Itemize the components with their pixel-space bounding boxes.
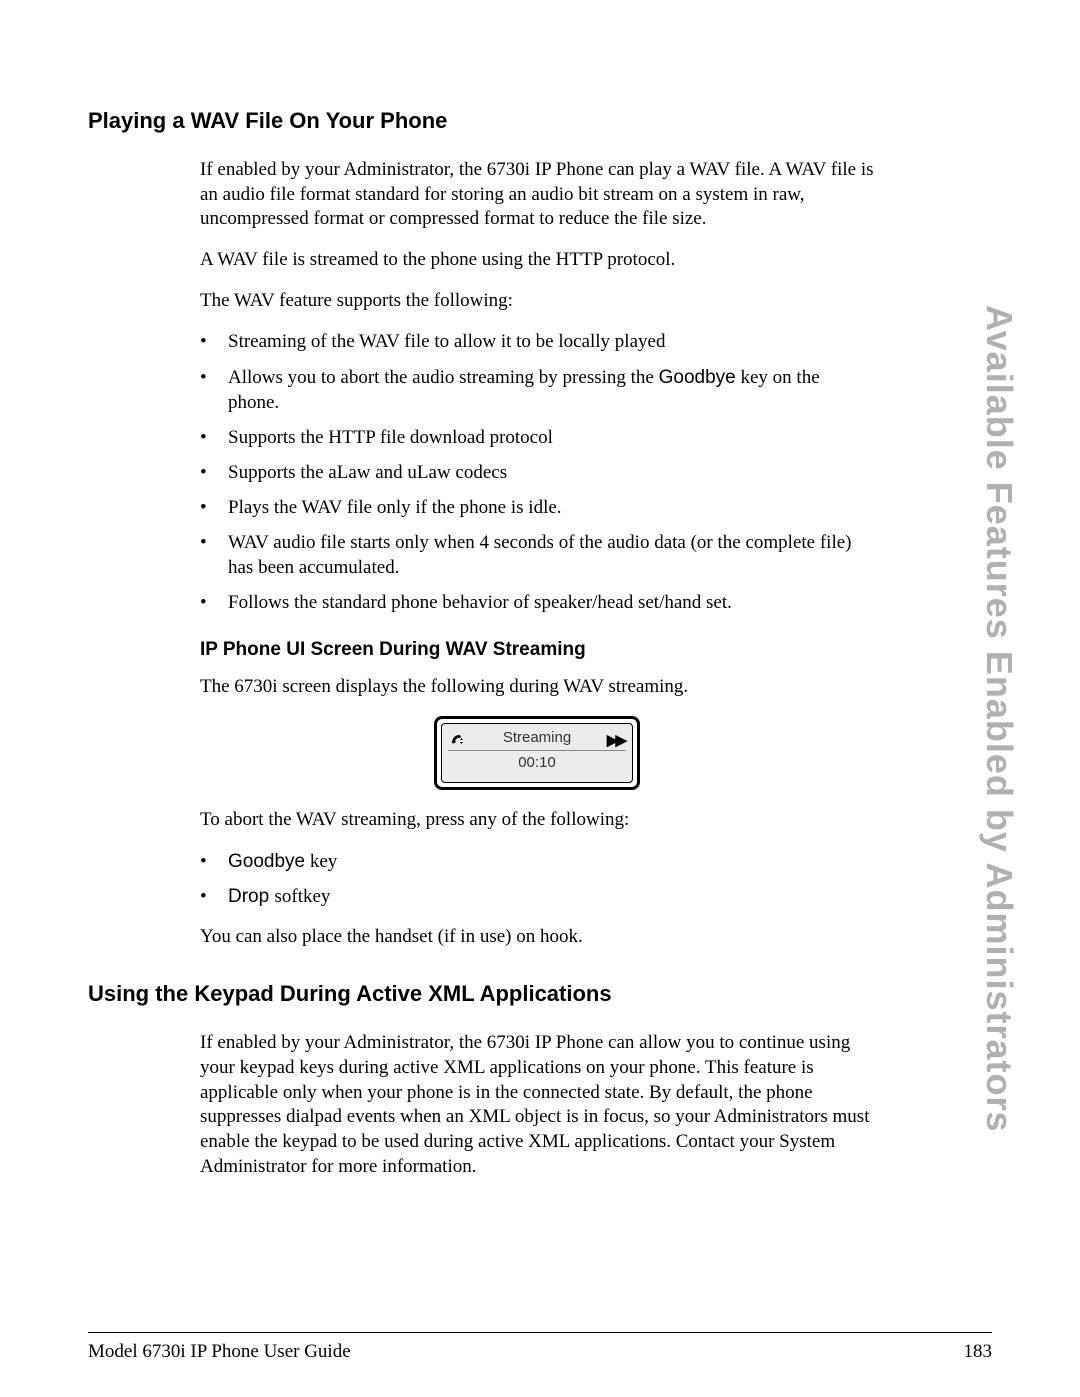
paragraph: To abort the WAV streaming, press any of… <box>200 808 874 833</box>
phone-divider <box>448 750 626 751</box>
key-label: Goodbye <box>659 367 736 388</box>
handset-icon <box>450 732 466 746</box>
fast-forward-icon: ▶▶ <box>607 731 624 751</box>
footer-page-number: 183 <box>964 1341 993 1363</box>
paragraph: The 6730i screen displays the following … <box>200 675 874 700</box>
list-text: WAV audio file starts only when 4 second… <box>228 532 852 578</box>
list-text-pre: Allows you to abort the audio streaming … <box>228 367 659 388</box>
abort-bullet-list: Goodbye key Drop softkey <box>200 849 874 909</box>
list-item: Follows the standard phone behavior of s… <box>200 590 874 615</box>
list-item: WAV audio file starts only when 4 second… <box>200 530 874 580</box>
list-text: Plays the WAV file only if the phone is … <box>228 497 562 518</box>
footer-rule <box>88 1332 992 1333</box>
paragraph: You can also place the handset (if in us… <box>200 925 874 950</box>
section-body-wav: If enabled by your Administrator, the 67… <box>200 158 874 949</box>
list-item: Goodbye key <box>200 849 874 874</box>
phone-screen-outer: Streaming ▶▶ 00:10 <box>434 716 640 790</box>
phone-status-text: Streaming <box>448 728 626 748</box>
phone-row-top: Streaming ▶▶ <box>448 728 626 750</box>
list-text: Follows the standard phone behavior of s… <box>228 592 732 613</box>
list-item: Plays the WAV file only if the phone is … <box>200 495 874 520</box>
phone-screen-figure: Streaming ▶▶ 00:10 <box>200 716 874 790</box>
list-item: Supports the HTTP file download protocol <box>200 425 874 450</box>
document-page: Available Features Enabled by Administra… <box>0 0 1080 1397</box>
paragraph: If enabled by your Administrator, the 67… <box>200 1031 874 1179</box>
list-text: Streaming of the WAV file to allow it to… <box>228 331 665 352</box>
paragraph: The WAV feature supports the following: <box>200 289 874 314</box>
section-body-keypad: If enabled by your Administrator, the 67… <box>200 1031 874 1179</box>
list-item: Supports the aLaw and uLaw codecs <box>200 460 874 485</box>
subheading-ip-phone-ui: IP Phone UI Screen During WAV Streaming <box>200 639 874 661</box>
paragraph: A WAV file is streamed to the phone usin… <box>200 248 874 273</box>
feature-bullet-list: Streaming of the WAV file to allow it to… <box>200 329 874 615</box>
list-text: Supports the aLaw and uLaw codecs <box>228 462 507 483</box>
footer-guide-title: Model 6730i IP Phone User Guide <box>88 1341 351 1363</box>
list-item: Allows you to abort the audio streaming … <box>200 365 874 415</box>
content-area: Playing a WAV File On Your Phone If enab… <box>88 108 878 1195</box>
phone-screen-inner: Streaming ▶▶ 00:10 <box>441 723 633 783</box>
list-item: Drop softkey <box>200 884 874 909</box>
phone-timer-text: 00:10 <box>448 754 626 771</box>
side-section-label: Available Features Enabled by Administra… <box>978 305 1020 1133</box>
list-text: Supports the HTTP file download protocol <box>228 427 553 448</box>
paragraph: If enabled by your Administrator, the 67… <box>200 158 874 232</box>
section-heading-keypad: Using the Keypad During Active XML Appli… <box>88 981 878 1007</box>
list-item: Streaming of the WAV file to allow it to… <box>200 329 874 354</box>
list-text-post: softkey <box>274 886 330 907</box>
section-heading-wav: Playing a WAV File On Your Phone <box>88 108 878 134</box>
list-text-post: key <box>305 851 337 872</box>
key-label: Drop <box>228 886 274 907</box>
key-label: Goodbye <box>228 851 305 872</box>
